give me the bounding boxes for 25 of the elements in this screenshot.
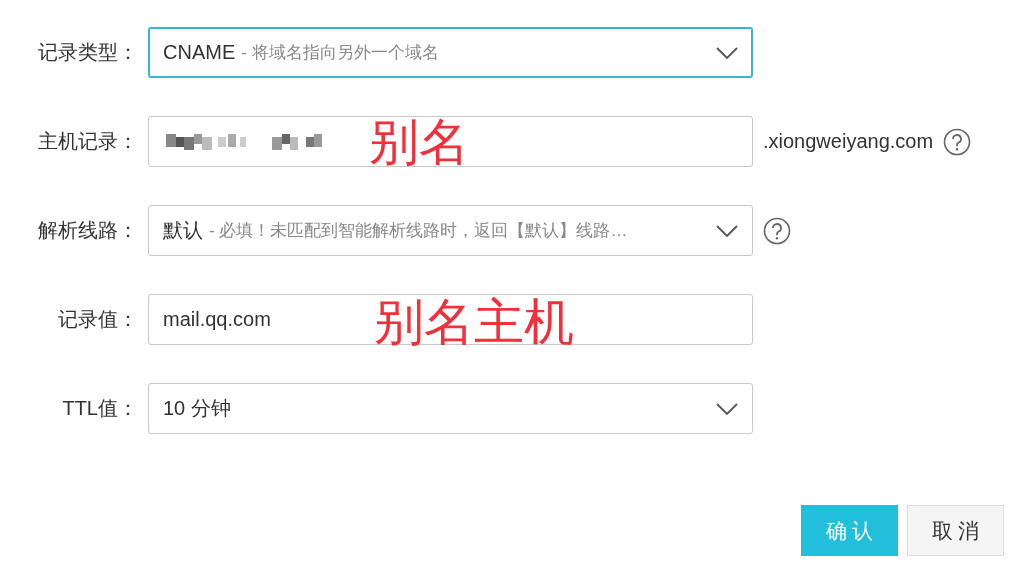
input-field[interactable]: 别名	[148, 116, 753, 167]
field-value: 默认	[163, 218, 203, 243]
domain-suffix: .xiongweiyang.com	[763, 130, 934, 153]
annotation-text: 别名主机	[374, 297, 574, 347]
field-label: 记录类型：	[37, 40, 139, 65]
field-label: 解析线路：	[37, 218, 139, 243]
cancel-button[interactable]: 取 消	[907, 505, 1004, 556]
input-field[interactable]: mail.qq.com 别名主机	[148, 294, 753, 345]
option-hint: - 必填！未匹配到智能解析线路时，返回【默认】线路…	[209, 220, 628, 242]
help-icon[interactable]	[943, 127, 972, 156]
dropdown[interactable]: CNAME - 将域名指向另外一个域名	[148, 27, 753, 78]
chevron-down-icon	[716, 402, 738, 415]
field-value: CNAME	[163, 41, 236, 64]
field-value: 10 分钟	[163, 396, 231, 421]
field-value: mail.qq.com	[163, 308, 271, 331]
chevron-down-icon	[716, 46, 738, 59]
chevron-down-icon	[716, 224, 738, 237]
field-label: 记录值：	[57, 307, 139, 332]
dropdown[interactable]: 默认 - 必填！未匹配到智能解析线路时，返回【默认】线路…	[148, 205, 753, 256]
annotation-text: 别名	[369, 117, 469, 167]
dropdown[interactable]: 10 分钟	[148, 383, 753, 434]
option-hint: - 将域名指向另外一个域名	[241, 42, 439, 64]
field-label: TTL值：	[61, 396, 139, 421]
help-icon[interactable]	[763, 216, 791, 245]
field-label: 主机记录：	[37, 129, 139, 154]
